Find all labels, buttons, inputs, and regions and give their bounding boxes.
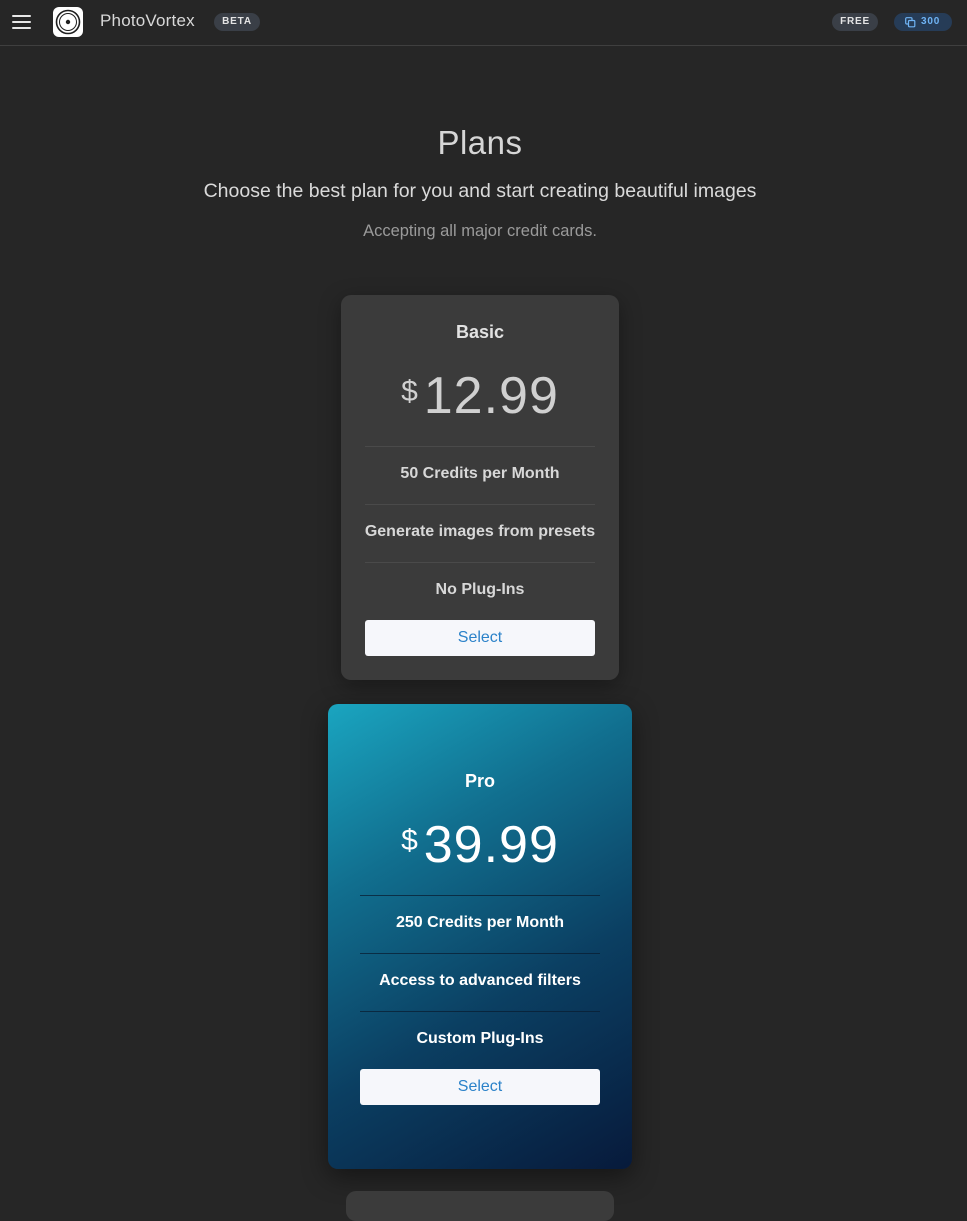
top-bar: PhotoVortex BETA FREE 300 — [0, 0, 967, 46]
plan-feature: 250 Credits per Month — [395, 914, 565, 931]
payment-note: Accepting all major credit cards. — [363, 222, 597, 240]
divider — [365, 562, 595, 563]
beta-badge: BETA — [214, 13, 260, 31]
divider — [360, 895, 600, 896]
hamburger-menu-icon[interactable] — [12, 13, 32, 30]
price-currency: $ — [401, 824, 418, 857]
price-currency: $ — [401, 375, 418, 408]
plan-price: $39.99 — [328, 815, 632, 875]
divider — [365, 446, 595, 447]
app-name[interactable]: PhotoVortex — [100, 11, 195, 31]
plan-feature: Generate images from presets — [364, 523, 596, 540]
plan-price: $12.99 — [341, 366, 619, 426]
credits-count: 300 — [921, 16, 941, 27]
page-title: Plans — [437, 124, 523, 161]
plan-feature: No Plug-Ins — [435, 581, 525, 598]
select-basic-button[interactable]: Select — [365, 620, 595, 656]
vortex-logo-icon[interactable] — [53, 7, 83, 37]
credits-badge[interactable]: 300 — [894, 13, 952, 31]
price-amount: 39.99 — [423, 816, 559, 874]
page-subtitle: Choose the best plan for you and start c… — [203, 180, 757, 202]
plan-feature: Access to advanced filters — [379, 972, 581, 989]
divider — [365, 504, 595, 505]
plan-feature: Custom Plug-Ins — [416, 1030, 544, 1047]
divider — [360, 953, 600, 954]
copy-credits-icon — [905, 17, 916, 28]
plan-name: Basic — [455, 322, 505, 342]
plan-badge[interactable]: FREE — [832, 13, 878, 31]
divider — [360, 1011, 600, 1012]
select-pro-button[interactable]: Select — [360, 1069, 600, 1105]
plan-feature: 50 Credits per Month — [400, 465, 560, 482]
plan-name: Pro — [464, 771, 495, 791]
price-amount: 12.99 — [423, 367, 559, 425]
